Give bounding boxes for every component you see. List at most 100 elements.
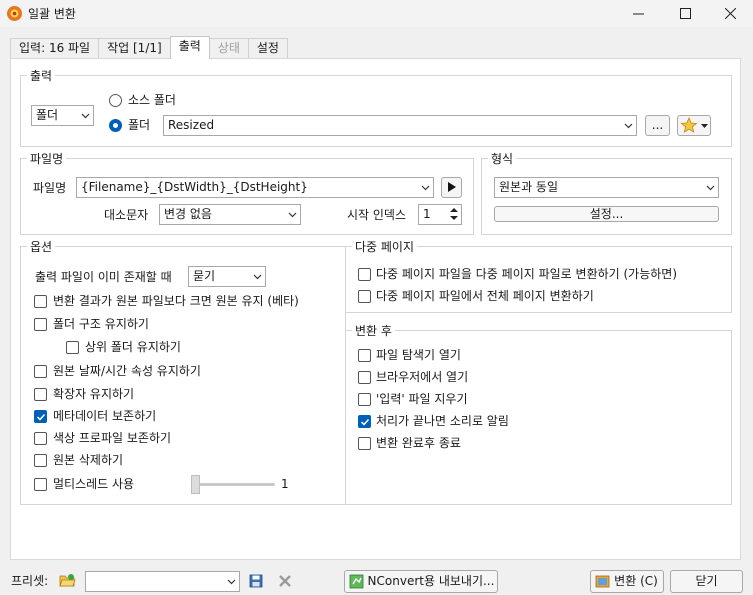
multithread-checkbox[interactable] <box>34 478 47 491</box>
keep-original-if-larger-checkbox[interactable] <box>34 295 47 308</box>
folder-open-icon[interactable] <box>59 573 76 588</box>
convert-button[interactable]: 변환 (C) <box>590 570 664 593</box>
maximize-button[interactable] <box>662 0 708 27</box>
multipage-all-pages-checkbox[interactable] <box>358 290 371 303</box>
browse-button[interactable]: ... <box>645 115 670 136</box>
output-mode-value: 폴더 <box>36 108 59 122</box>
chevron-down-icon <box>227 579 236 585</box>
options-group-title: 옵션 <box>27 238 56 255</box>
case-value: 변경 없음 <box>164 207 212 221</box>
keep-folder-structure-checkbox[interactable] <box>34 318 47 331</box>
chevron-down-icon <box>624 123 633 129</box>
spin-arrows-icon <box>450 208 458 220</box>
output-mode-select[interactable]: 폴더 <box>31 105 94 126</box>
chevron-down-icon <box>421 185 430 191</box>
keep-date-time-checkbox[interactable] <box>34 365 47 378</box>
maximize-icon <box>679 8 691 19</box>
source-folder-radio[interactable] <box>109 94 122 107</box>
folder-radio-label: 폴더 <box>128 118 151 132</box>
chevron-down-icon <box>253 274 262 280</box>
close-button[interactable] <box>707 0 753 27</box>
tab-actions[interactable]: 작업 [1/1] <box>98 38 171 59</box>
open-browser-label: 브라우저에서 열기 <box>376 370 469 384</box>
folder-radio[interactable] <box>109 119 122 132</box>
chevron-down-icon <box>706 185 715 191</box>
keep-original-if-larger-label: 변환 결과가 원본 파일보다 크면 원본 유지 (베타) <box>53 294 299 308</box>
format-value: 원본과 동일 <box>499 180 559 194</box>
format-group: 형식 원본과 동일 설정... <box>481 150 732 235</box>
keep-extension-checkbox[interactable] <box>34 388 47 401</box>
minimize-icon <box>632 13 644 15</box>
case-label: 대소문자 <box>104 208 149 222</box>
favorites-button[interactable] <box>677 115 711 136</box>
keep-metadata-checkbox[interactable] <box>34 410 47 423</box>
close-when-done-checkbox[interactable] <box>358 437 371 450</box>
format-group-title: 형식 <box>488 150 517 167</box>
filename-pattern-input[interactable]: {Filename}_{DstWidth}_{DstHeight} <box>76 177 434 198</box>
close-when-done-label: 변환 완료후 종료 <box>376 436 461 450</box>
after-conversion-group: 변환 후 파일 탐색기 열기 브라우저에서 열기 '입력' 파일 지우기 처리가… <box>345 322 732 505</box>
star-icon <box>680 117 698 133</box>
tab-input[interactable]: 입력: 16 파일 <box>10 38 100 59</box>
format-select[interactable]: 원본과 동일 <box>494 177 719 198</box>
tab-output[interactable]: 출력 <box>169 36 210 59</box>
caret-down-icon <box>701 124 708 128</box>
multipage-to-multipage-checkbox[interactable] <box>358 268 371 281</box>
insert-variable-button[interactable] <box>441 177 462 198</box>
folder-path-input[interactable]: Resized <box>163 115 637 136</box>
minimize-button[interactable] <box>615 0 661 27</box>
tab-settings[interactable]: 설정 <box>247 38 288 59</box>
file-exists-select[interactable]: 묻기 <box>188 266 266 287</box>
start-index-value: 1 <box>423 207 431 221</box>
file-exists-value: 묻기 <box>193 269 216 283</box>
keep-metadata-label: 메타데이터 보존하기 <box>53 409 157 423</box>
multithread-slider-thumb[interactable] <box>191 475 200 494</box>
clear-input-label: '입력' 파일 지우기 <box>376 392 468 406</box>
open-explorer-checkbox[interactable] <box>358 349 371 362</box>
options-group: 옵션 출력 파일이 이미 존재할 때 묻기 변환 결과가 원본 파일보다 크면 … <box>20 238 346 505</box>
save-icon[interactable] <box>249 574 263 588</box>
close-dialog-button[interactable]: 닫기 <box>670 570 743 593</box>
tab-bar: 입력: 16 파일 작업 [1/1] 출력 상태 설정 <box>10 36 288 59</box>
sound-notify-checkbox[interactable] <box>358 415 371 428</box>
window-title: 일괄 변환 <box>28 7 76 21</box>
multithread-slider-track[interactable] <box>191 483 275 486</box>
tab-status: 상태 <box>208 38 249 59</box>
open-explorer-label: 파일 탐색기 열기 <box>376 348 461 362</box>
preset-select[interactable] <box>85 571 240 592</box>
keep-parent-folder-label: 상위 폴더 유지하기 <box>85 340 181 354</box>
multipage-all-pages-label: 다중 페이지 파일에서 전체 페이지 변환하기 <box>376 289 594 303</box>
convert-label: 변환 (C) <box>614 574 658 588</box>
source-folder-label: 소스 폴더 <box>128 93 176 107</box>
filename-pattern-value: {Filename}_{DstWidth}_{DstHeight} <box>81 180 308 194</box>
output-group: 출력 폴더 소스 폴더 폴더 Resized ... <box>20 67 732 147</box>
keep-color-profile-label: 색상 프로파일 보존하기 <box>53 431 172 445</box>
nconvert-export-button[interactable]: NConvert용 내보내기... <box>344 570 498 593</box>
filename-group: 파일명 파일명 {Filename}_{DstWidth}_{DstHeight… <box>20 150 474 235</box>
multipage-group: 다중 페이지 다중 페이지 파일을 다중 페이지 파일로 변환하기 (가능하면)… <box>345 238 732 313</box>
after-conversion-group-title: 변환 후 <box>352 322 395 339</box>
start-index-label: 시작 인덱스 <box>347 208 407 222</box>
checkmark-icon <box>36 413 46 421</box>
filename-label: 파일명 <box>33 181 67 195</box>
preset-label: 프리셋: <box>11 574 49 588</box>
nconvert-icon <box>349 574 364 589</box>
keep-date-time-label: 원본 날짜/시간 속성 유지하기 <box>53 364 201 378</box>
delete-icon[interactable] <box>279 575 291 587</box>
checkmark-icon <box>360 418 370 426</box>
start-index-spinner[interactable]: 1 <box>418 204 462 225</box>
play-arrow-icon <box>448 182 456 192</box>
output-panel: 출력 폴더 소스 폴더 폴더 Resized ... 파일명 파일명 {File… <box>10 58 741 560</box>
keep-color-profile-checkbox[interactable] <box>34 432 47 445</box>
case-select[interactable]: 변경 없음 <box>159 204 301 225</box>
close-icon <box>724 8 736 19</box>
nconvert-export-label: NConvert용 내보내기... <box>367 574 495 588</box>
keep-parent-folder-checkbox[interactable] <box>66 341 79 354</box>
clear-input-checkbox[interactable] <box>358 393 371 406</box>
open-browser-checkbox[interactable] <box>358 371 371 384</box>
sound-notify-label: 처리가 끝나면 소리로 알림 <box>376 414 509 428</box>
format-settings-button[interactable]: 설정... <box>494 206 719 222</box>
multipage-group-title: 다중 페이지 <box>352 238 418 255</box>
output-group-title: 출력 <box>27 67 56 84</box>
delete-original-checkbox[interactable] <box>34 454 47 467</box>
